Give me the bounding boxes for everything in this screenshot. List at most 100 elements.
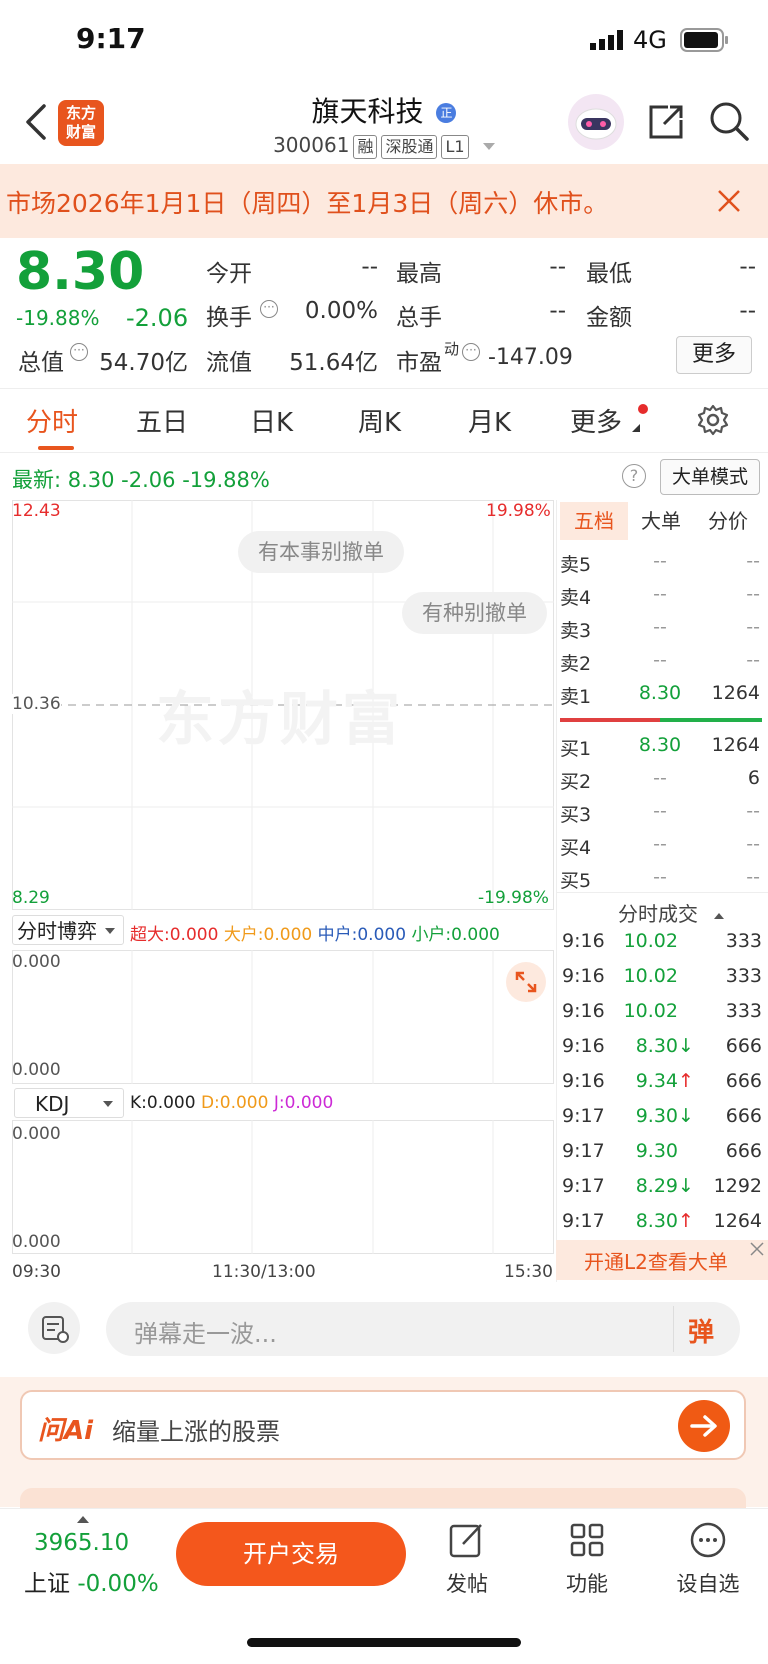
trade-button[interactable]: 开户交易 xyxy=(176,1522,406,1586)
tick-volume: 666 xyxy=(725,1070,762,1092)
ai-submit-arrow-icon[interactable] xyxy=(678,1400,730,1452)
sell-level-price: -- xyxy=(653,583,667,605)
tick-row: 9:16 10.02 333 xyxy=(562,930,762,958)
share-icon[interactable] xyxy=(646,102,686,146)
sell-level-volume: -- xyxy=(746,583,760,605)
turnover-info-icon[interactable]: ··· xyxy=(260,300,278,318)
buy-level-label: 买1 xyxy=(560,738,592,760)
buy-level-row: 买4 -- -- xyxy=(560,833,760,861)
low-label: 最低 xyxy=(586,261,632,287)
robot-avatar-icon[interactable] xyxy=(568,94,624,150)
tick-price: 10.02 xyxy=(623,930,678,952)
mktcap-value: 54.70亿 xyxy=(99,350,188,376)
close-promo-icon[interactable] xyxy=(748,1240,766,1262)
sub1-indicator-select[interactable]: 分时博弈 xyxy=(12,915,124,945)
x-axis-end: 15:30 xyxy=(504,1262,553,1282)
bid-ask-divider xyxy=(560,718,660,722)
volume-label: 总手 xyxy=(396,305,442,331)
watchlist-nav-item[interactable]: 设自选 xyxy=(672,1520,744,1598)
tick-time: 9:17 xyxy=(562,1175,605,1197)
turnover-value: 0.00% xyxy=(304,298,378,324)
post-nav-item[interactable]: 发帖 xyxy=(436,1520,498,1598)
tick-time: 9:16 xyxy=(562,1000,605,1022)
tab-weekly-k[interactable]: 周K xyxy=(358,402,401,439)
down-arrow-icon: ↓ xyxy=(678,1105,694,1127)
collapse-arrow-icon xyxy=(714,912,725,919)
buy-level-label: 买2 xyxy=(560,771,592,793)
tick-price: 8.30 xyxy=(635,1210,678,1232)
tabs-bottom-divider xyxy=(0,452,768,453)
tick-time: 9:16 xyxy=(562,1070,605,1092)
mktcap-label: 总值 xyxy=(18,350,64,376)
sub2-indicator-select[interactable]: KDJ xyxy=(14,1088,124,1118)
tick-price-group: 10.02 xyxy=(624,930,692,952)
change-amount: -2.06 xyxy=(126,304,189,332)
tick-price: 9.30 xyxy=(635,1140,678,1162)
amount-value: -- xyxy=(739,298,756,324)
tick-row: 9:17 9.30↓ 666 xyxy=(562,1105,762,1133)
select-arrow-icon xyxy=(103,1101,113,1107)
ticks-title-row[interactable]: 分时成交 xyxy=(618,898,725,927)
tab-daily-k[interactable]: 日K xyxy=(250,402,293,439)
amount-label: 金额 xyxy=(586,305,632,331)
tab-intraday[interactable]: 分时 xyxy=(26,402,78,439)
index-info[interactable]: 上证 -0.00% xyxy=(24,1564,159,1598)
danmaku-settings-icon[interactable] xyxy=(28,1302,80,1354)
tick-price-group: 9.30 xyxy=(636,1140,692,1162)
tick-volume: 666 xyxy=(725,1105,762,1127)
tick-time: 9:17 xyxy=(562,1105,605,1127)
tick-price: 10.02 xyxy=(623,965,678,987)
sub2-legend: K:0.000 D:0.000 J:0.000 xyxy=(130,1093,333,1113)
index-name: 上证 xyxy=(24,1571,70,1597)
pe-info-icon[interactable]: ··· xyxy=(462,343,480,361)
battery-icon xyxy=(680,28,730,56)
tab-5day[interactable]: 五日 xyxy=(136,402,188,439)
signal-icon xyxy=(590,30,626,54)
danmu-bubble: 有本事别撤单 xyxy=(238,531,404,573)
pe-value: -147.09 xyxy=(488,345,573,370)
orderbook-tab-five[interactable]: 五档 xyxy=(560,502,628,540)
mktcap-info-icon[interactable]: ··· xyxy=(70,343,88,361)
danmu-bubble: 有种别撤单 xyxy=(402,592,547,634)
buy-level-price: -- xyxy=(653,800,667,822)
down-arrow-icon: ↓ xyxy=(678,1035,694,1057)
orderbook-tab-pricedist[interactable]: 分价 xyxy=(694,502,762,540)
high-value: -- xyxy=(549,254,566,280)
sell-level-row: 卖2 -- -- xyxy=(560,649,760,677)
orderbook-tab-bigorder[interactable]: 大单 xyxy=(628,502,694,540)
tab-more[interactable]: 更多 xyxy=(570,402,622,439)
dropdown-triangle-icon[interactable] xyxy=(482,143,495,150)
function-nav-item[interactable]: 功能 xyxy=(556,1520,618,1598)
legend-j: J:0.000 xyxy=(273,1093,334,1113)
tick-price: 10.02 xyxy=(623,1000,678,1022)
search-icon[interactable] xyxy=(708,100,750,146)
tick-price: 9.30 xyxy=(635,1105,678,1127)
low-value: -- xyxy=(739,254,756,280)
sell-level-volume: -- xyxy=(746,616,760,638)
buy-level-label: 买5 xyxy=(560,870,592,892)
float-label: 流值 xyxy=(206,350,252,376)
tick-price-group: 8.30↑ xyxy=(635,1210,694,1232)
danmaku-send-button[interactable]: 弹 xyxy=(688,1312,714,1349)
sell-level-price: -- xyxy=(653,550,667,572)
tick-row: 9:16 10.02 333 xyxy=(562,1000,762,1028)
help-icon[interactable]: ? xyxy=(622,464,646,488)
red-dot-badge xyxy=(638,404,648,414)
buy-level-price: -- xyxy=(653,833,667,855)
pe-label: 市盈 xyxy=(396,350,442,376)
settings-gear-icon[interactable] xyxy=(697,404,729,440)
close-banner-icon[interactable] xyxy=(716,188,742,218)
legend-d: D:0.000 xyxy=(200,1093,269,1113)
sub2-axis-top: 0.000 xyxy=(12,1124,61,1144)
more-quote-button[interactable]: 更多 xyxy=(676,336,752,374)
sell-level-price: 8.30 xyxy=(638,682,682,704)
bigorder-mode-button[interactable]: 大单模式 xyxy=(660,459,760,495)
danmaku-placeholder: 弹幕走一波... xyxy=(134,1320,277,1348)
tab-monthly-k[interactable]: 月K xyxy=(468,402,511,439)
index-value[interactable]: 3965.10 xyxy=(34,1530,129,1556)
tick-row: 9:16 10.02 333 xyxy=(562,965,762,993)
tabs-top-divider xyxy=(0,388,768,389)
l2-promo-text[interactable]: 开通L2查看大单 xyxy=(584,1246,728,1275)
open-value: -- xyxy=(361,254,378,280)
expand-icon[interactable] xyxy=(506,962,546,1002)
